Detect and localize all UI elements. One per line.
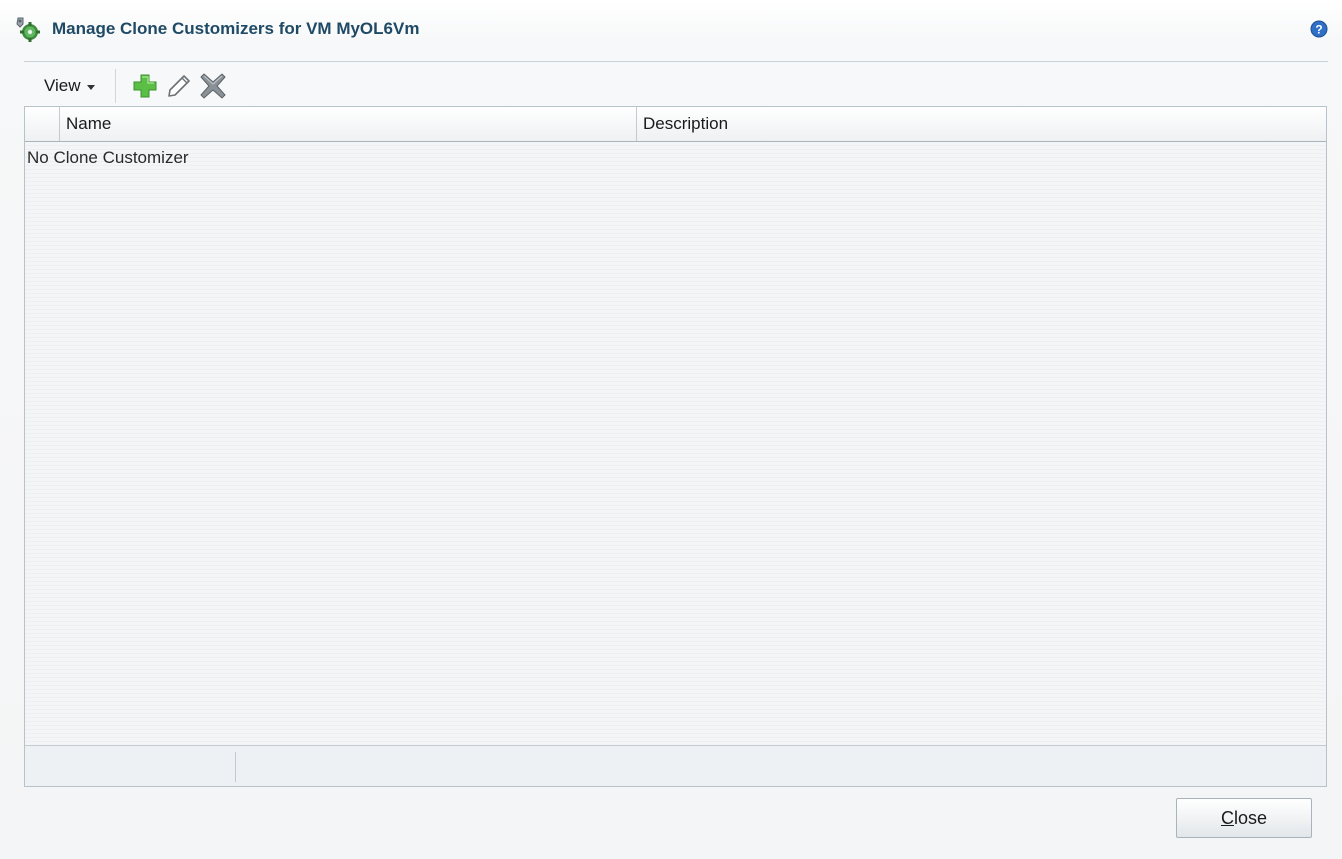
add-icon [133,74,157,98]
view-menu-label: View [44,76,81,95]
view-menu[interactable]: View [24,69,103,103]
delete-icon [199,73,226,99]
row-selector-header [25,107,60,141]
column-header-description[interactable]: Description [637,107,1326,141]
status-bar-divider [235,752,236,782]
empty-table-message: No Clone Customizer [27,148,189,167]
close-button-label: lose [1233,807,1268,828]
table-status-bar [25,745,1326,786]
table-header: Name Description [25,107,1326,142]
table-body: No Clone Customizer [25,142,1326,745]
toolbar: View [24,66,1328,106]
edit-pencil-icon [167,75,190,97]
dialog-title: Manage Clone Customizers for VM MyOL6Vm [52,19,420,38]
svg-text:?: ? [1315,23,1322,37]
chevron-down-icon [86,84,95,90]
help-icon[interactable]: ? [1310,20,1328,38]
dialog-title-bar: Manage Clone Customizers for VM MyOL6Vm [14,14,419,44]
clone-customizer-table: Name Description No Clone Customizer [24,106,1327,787]
add-button[interactable] [128,69,162,103]
column-header-name[interactable]: Name [60,107,637,141]
title-divider [24,61,1328,62]
edit-button[interactable] [162,69,196,103]
toolbar-divider [114,69,116,103]
clone-customizer-icon [14,15,42,43]
close-button-mnemonic: C [1220,807,1234,828]
delete-button[interactable] [196,69,230,103]
close-button[interactable]: Close [1176,798,1312,838]
manage-clone-customizers-dialog: Manage Clone Customizers for VM MyOL6Vm … [0,0,1342,859]
